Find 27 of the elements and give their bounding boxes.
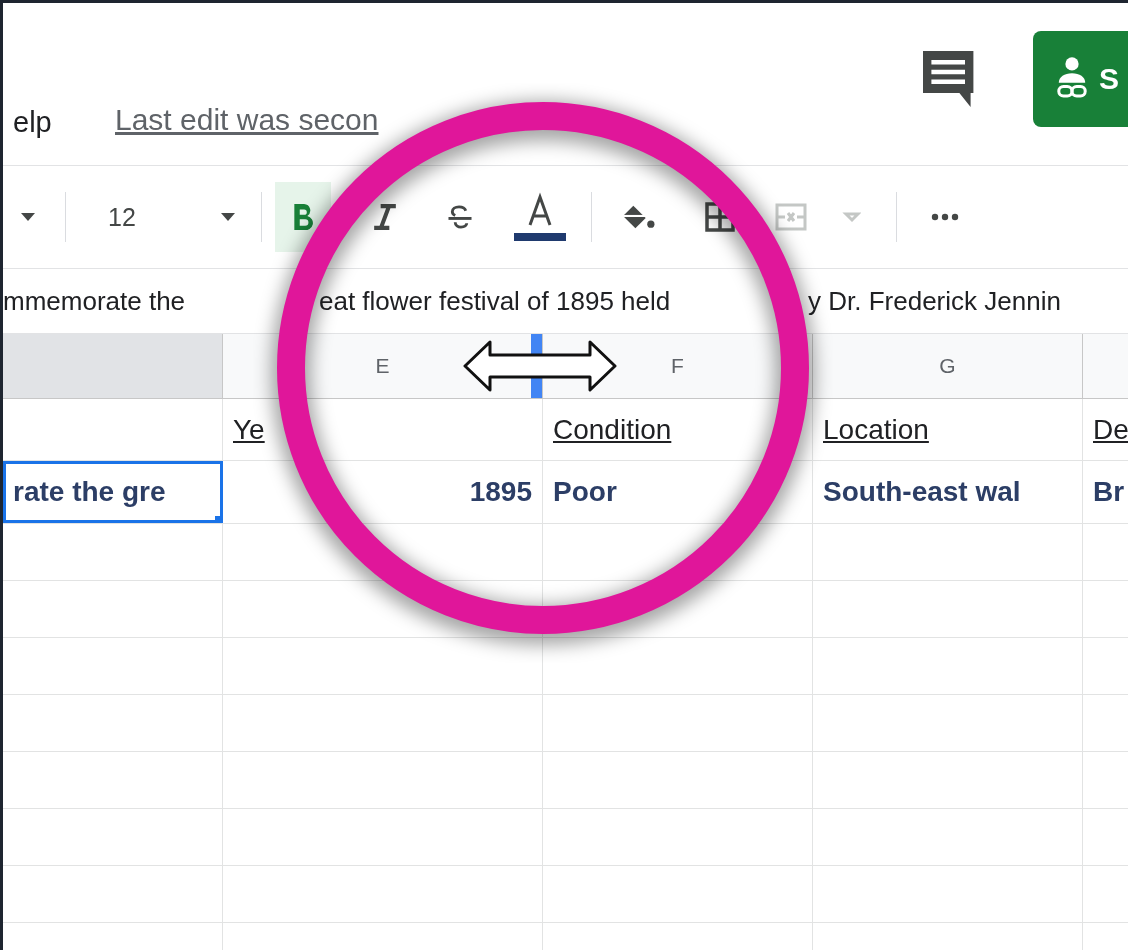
paint-bucket-icon: [622, 204, 656, 230]
formula-bar-text[interactable]: mmemorate the: [3, 285, 186, 317]
merge-cells-icon: [775, 203, 861, 231]
strikethrough-icon: [447, 205, 473, 229]
table-cell[interactable]: South-east wal: [813, 461, 1083, 523]
table-cell[interactable]: Condition: [543, 399, 813, 460]
table-cell[interactable]: Poor: [543, 461, 813, 523]
bold-icon: [293, 204, 313, 230]
last-edit-link[interactable]: Last edit was secon: [115, 103, 379, 137]
resize-cursor-icon: [463, 340, 617, 392]
table-cell[interactable]: rate the gre: [3, 461, 223, 523]
font-size-caret-icon[interactable]: [221, 213, 235, 221]
table-cell[interactable]: Location: [813, 399, 1083, 460]
borders-icon: [705, 202, 735, 232]
font-caret-icon[interactable]: [21, 213, 35, 221]
menu-item[interactable]: elp: [13, 106, 52, 139]
text-color-icon: [512, 191, 568, 243]
table-cell[interactable]: Ye: [223, 399, 543, 460]
more-icon: [931, 213, 959, 221]
italic-icon: [374, 204, 396, 230]
font-size-field[interactable]: 12: [66, 202, 216, 232]
table-cell[interactable]: Br: [1083, 461, 1128, 523]
formula-bar-text[interactable]: eat flower festival of 1895 held: [319, 285, 671, 317]
formula-bar-text[interactable]: y Dr. Frederick Jennin: [808, 285, 1061, 317]
table-cell[interactable]: De: [1083, 399, 1128, 460]
share-button[interactable]: S: [1033, 31, 1128, 127]
table-cell[interactable]: 1895: [223, 461, 543, 523]
